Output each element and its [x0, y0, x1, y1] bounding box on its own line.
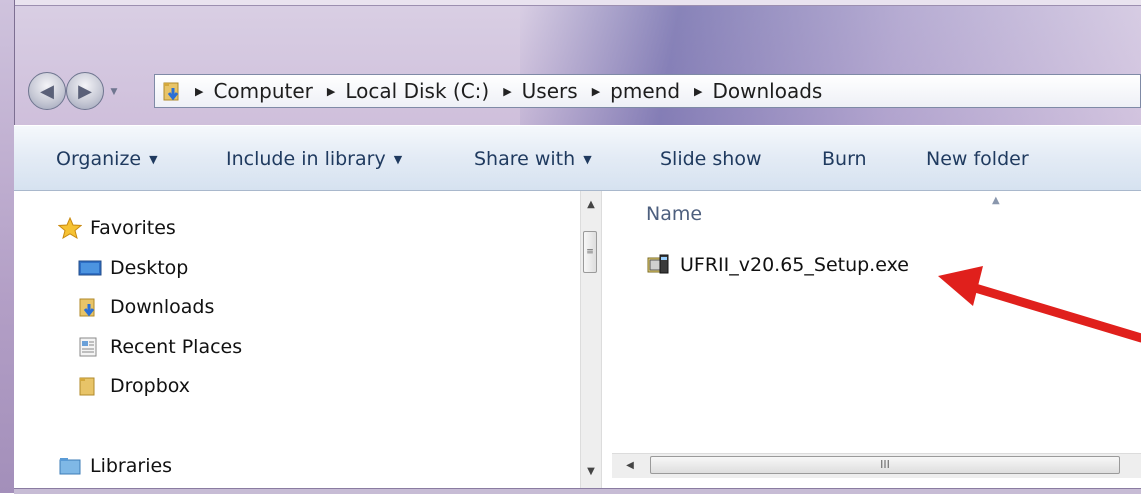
- annotation-arrow-head: [938, 266, 983, 306]
- annotation-arrow: [938, 266, 1141, 343]
- annotation-arrow-shaft: [957, 279, 1141, 343]
